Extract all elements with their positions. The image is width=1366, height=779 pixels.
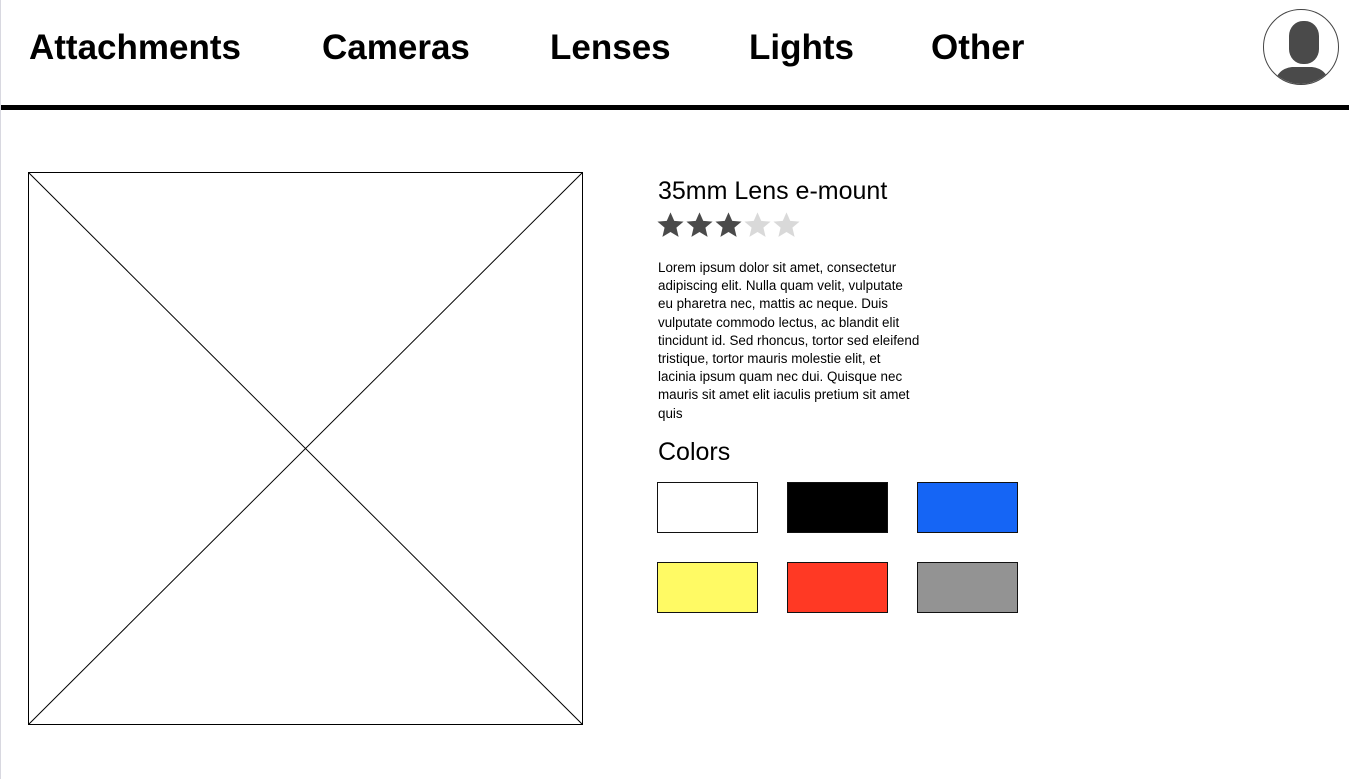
star-filled-icon [657,212,684,237]
product-description: Lorem ipsum dolor sit amet, consectetur … [658,260,920,421]
user-avatar-button[interactable] [1263,9,1339,85]
nav-item-other[interactable]: Other [931,28,1024,68]
color-swatch-white[interactable] [657,482,758,533]
nav-item-lights[interactable]: Lights [749,28,854,68]
nav-divider [1,105,1349,110]
nav-item-cameras[interactable]: Cameras [322,28,470,68]
color-swatch-blue[interactable] [917,482,1018,533]
user-avatar-icon [1274,21,1330,84]
color-swatch-gray[interactable] [917,562,1018,613]
product-title: 35mm Lens e-mount [658,177,888,205]
image-placeholder-icon [28,172,583,725]
color-swatch-yellow[interactable] [657,562,758,613]
star-empty-icon [773,212,800,237]
nav-item-attachments[interactable]: Attachments [29,28,241,68]
color-swatch-black[interactable] [787,482,888,533]
colors-heading: Colors [658,438,731,466]
star-filled-icon [686,212,713,237]
star-empty-icon [744,212,771,237]
star-filled-icon [715,212,742,237]
nav-item-lenses[interactable]: Lenses [550,28,671,68]
page-left-border [0,0,1,779]
product-image-placeholder [28,172,583,725]
star-rating [656,210,801,242]
color-swatch-red[interactable] [787,562,888,613]
top-navigation: Attachments Cameras Lenses Lights Other [0,0,1349,105]
